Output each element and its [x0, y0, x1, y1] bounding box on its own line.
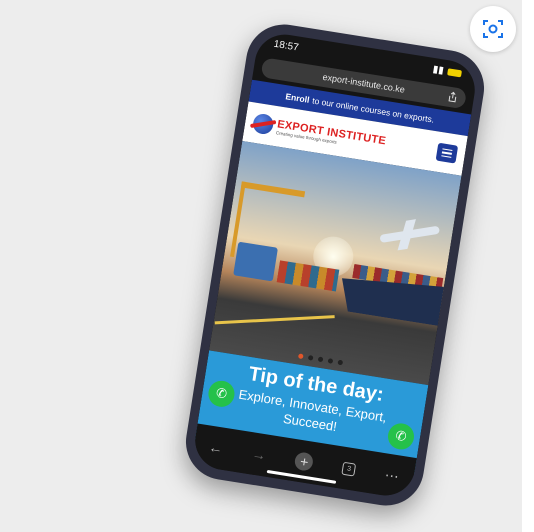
hero-road-line [214, 315, 335, 325]
carousel-dot[interactable] [336, 359, 343, 366]
banner-lead: Enroll [284, 91, 311, 105]
menu-button[interactable] [435, 142, 459, 164]
carousel-dot[interactable] [307, 354, 314, 361]
url-text: export-institute.co.ke [321, 71, 406, 95]
hero-truck [233, 241, 278, 282]
plus-icon[interactable]: + [294, 451, 315, 472]
phone-icon: ✆ [214, 385, 229, 402]
hero-plane [379, 225, 440, 243]
share-icon[interactable] [447, 91, 459, 103]
lens-icon [483, 20, 503, 38]
hero-image [209, 140, 462, 386]
tabs-icon[interactable]: 3 [341, 461, 357, 477]
logo-text: EXPORT INSTITUTE Creating value through … [276, 118, 387, 152]
back-arrow-icon[interactable]: ← [208, 439, 224, 457]
page-edge [522, 0, 534, 532]
carousel-dot[interactable] [327, 358, 333, 364]
status-time: 18:57 [273, 38, 300, 54]
forward-arrow-icon[interactable]: → [251, 445, 267, 463]
lens-button[interactable] [470, 6, 516, 52]
carousel-dot[interactable] [317, 356, 323, 363]
carousel-dot[interactable] [297, 353, 304, 360]
battery-icon [447, 67, 463, 77]
whatsapp-icon: ✆ [394, 427, 408, 445]
system-icons: ▮▮ [432, 63, 463, 78]
signal-icon: ▮▮ [432, 63, 445, 77]
globe-logo-icon [251, 112, 275, 136]
tabs-count: 3 [346, 464, 352, 473]
more-icon[interactable]: ⋯ [384, 466, 400, 485]
menu-icon [442, 148, 453, 152]
